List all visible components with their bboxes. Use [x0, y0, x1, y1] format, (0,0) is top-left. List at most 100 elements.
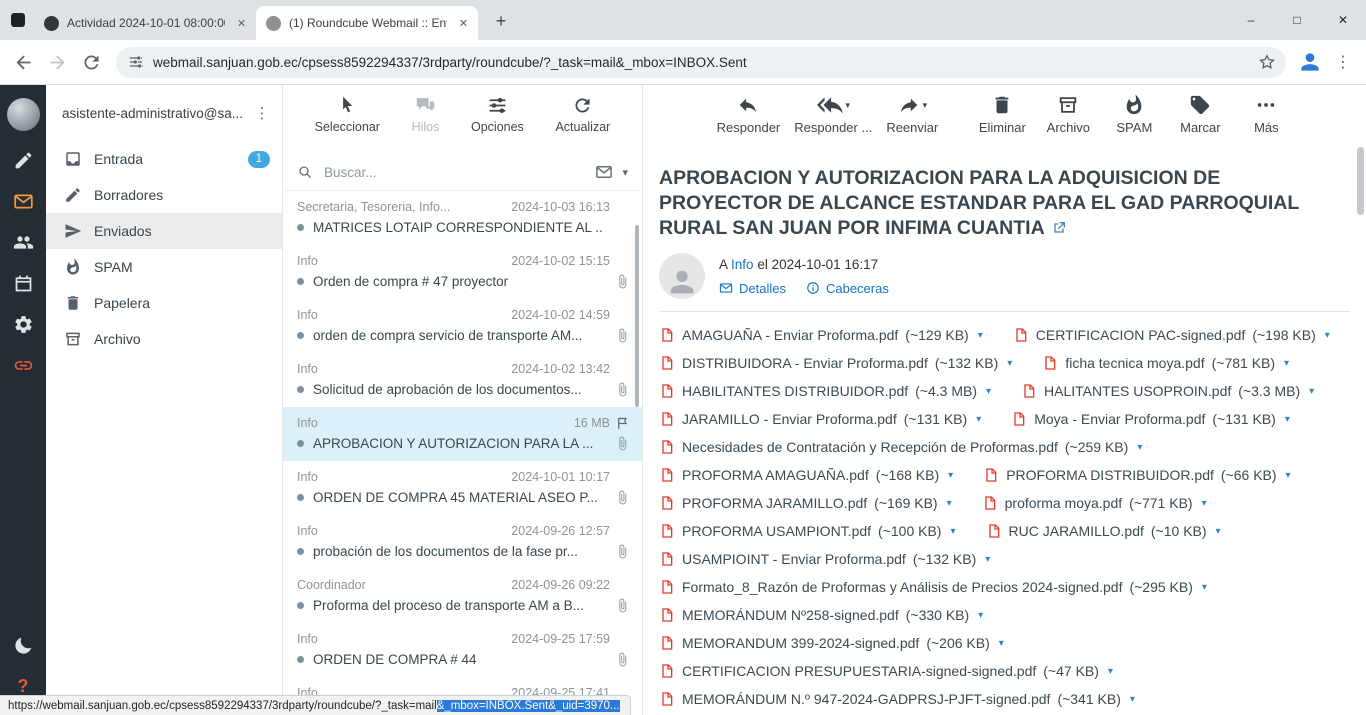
reply-all-caret-icon[interactable]: ▾ — [846, 100, 851, 111]
attachment-menu-caret-icon[interactable]: ▾ — [1285, 414, 1290, 425]
attachment-item[interactable]: RUC JARAMILLO.pdf(~10 KB)▾ — [986, 523, 1221, 539]
calendar-icon[interactable] — [0, 263, 46, 304]
tab-close-icon[interactable]: ✕ — [455, 15, 472, 32]
minimize-button[interactable]: – — [1228, 0, 1274, 40]
attachment-menu-caret-icon[interactable]: ▾ — [950, 526, 955, 537]
attachment-item[interactable]: CERTIFICACION PAC-signed.pdf(~198 KB)▾ — [1013, 327, 1330, 343]
attachment-menu-caret-icon[interactable]: ▾ — [1137, 442, 1142, 453]
browser-profile-icon[interactable] — [1294, 46, 1326, 78]
dark-mode-moon-icon[interactable] — [0, 625, 46, 666]
attachment-menu-caret-icon[interactable]: ▾ — [978, 610, 983, 621]
attachment-menu-caret-icon[interactable]: ▾ — [1130, 694, 1135, 705]
message-row[interactable]: Info2024-09-25 17:59 ORDEN DE COMPRA # 4… — [283, 623, 642, 677]
attachment-menu-caret-icon[interactable]: ▾ — [985, 554, 990, 565]
forward-button[interactable]: ▾ Reenviar — [886, 94, 938, 135]
attachment-menu-caret-icon[interactable]: ▾ — [1286, 470, 1291, 481]
contacts-icon[interactable] — [0, 222, 46, 263]
message-row[interactable]: Info2024-10-02 13:42 Solicitud de aproba… — [283, 353, 642, 407]
url-text[interactable]: webmail.sanjuan.gob.ec/cpsess8592294337/… — [153, 55, 1249, 70]
more-button[interactable]: Más — [1240, 94, 1292, 135]
options-button[interactable]: Opciones — [471, 94, 524, 134]
tab-actividad[interactable]: Actividad 2024-10-01 08:00:00 ✕ — [34, 6, 256, 40]
refresh-button[interactable]: Actualizar — [555, 94, 610, 134]
attachment-menu-caret-icon[interactable]: ▾ — [1284, 358, 1289, 369]
folder-item-enviados[interactable]: Enviados — [46, 213, 282, 249]
attachment-item[interactable]: CERTIFICACION PRESUPUESTARIA-signed-sign… — [659, 663, 1113, 679]
attachment-menu-caret-icon[interactable]: ▾ — [976, 414, 981, 425]
threads-button[interactable]: Hilos — [412, 94, 440, 134]
spam-button[interactable]: SPAM — [1108, 94, 1160, 135]
flag-icon[interactable] — [615, 416, 630, 431]
search-options-caret-icon[interactable]: ▾ — [622, 166, 628, 179]
attachment-item[interactable]: ficha tecnica moya.pdf(~781 KB)▾ — [1042, 355, 1289, 371]
mail-icon[interactable] — [0, 181, 46, 222]
message-row[interactable]: Info2024-09-26 12:57 probación de los do… — [283, 515, 642, 569]
attachment-item[interactable]: MEMORÁNDUM N.º 947-2024-GADPRSJ-PJFT-sig… — [659, 691, 1135, 707]
message-row[interactable]: Info2024-10-02 14:59 orden de compra ser… — [283, 299, 642, 353]
settings-gear-icon[interactable] — [0, 304, 46, 345]
maximize-button[interactable]: □ — [1274, 0, 1320, 40]
attachment-item[interactable]: DISTRIBUIDORA - Enviar Proforma.pdf(~132… — [659, 355, 1012, 371]
select-button[interactable]: Seleccionar — [315, 94, 380, 134]
reply-button[interactable]: Responder — [717, 94, 781, 135]
tab-roundcube[interactable]: (1) Roundcube Webmail :: Envia ✕ — [256, 6, 478, 40]
attachment-item[interactable]: PROFORMA DISTRIBUIDOR.pdf(~66 KB)▾ — [983, 467, 1290, 483]
site-info-icon[interactable] — [128, 54, 144, 70]
archive-button[interactable]: Archivo — [1042, 94, 1094, 135]
attachment-item[interactable]: HALITANTES USOPROIN.pdf(~3.3 MB)▾ — [1021, 383, 1314, 399]
attachment-item[interactable]: JARAMILLO - Enviar Proforma.pdf(~131 KB)… — [659, 411, 981, 427]
view-scrollbar[interactable] — [1357, 147, 1364, 215]
folder-item-entrada[interactable]: Entrada 1 — [46, 141, 282, 177]
folder-item-spam[interactable]: SPAM — [46, 249, 282, 285]
attachment-menu-caret-icon[interactable]: ▾ — [1202, 498, 1207, 509]
attachment-item[interactable]: Formato_8_Razón de Proformas y Análisis … — [659, 579, 1207, 595]
details-link[interactable]: Detalles — [719, 281, 786, 296]
attachment-item[interactable]: Moya - Enviar Proforma.pdf(~131 KB)▾ — [1011, 411, 1290, 427]
delete-button[interactable]: Eliminar — [976, 94, 1028, 135]
attachment-item[interactable]: MEMORÁNDUM Nº258-signed.pdf(~330 KB)▾ — [659, 607, 983, 623]
account-menu-icon[interactable]: ⋮ — [252, 104, 272, 122]
attachment-item[interactable]: MEMORANDUM 399-2024-signed.pdf(~206 KB)▾ — [659, 635, 1004, 651]
attachment-item[interactable]: Necesidades de Contratación y Recepción … — [659, 439, 1142, 455]
new-tab-button[interactable]: + — [486, 6, 516, 36]
headers-link[interactable]: Cabeceras — [806, 281, 889, 296]
link-icon[interactable] — [0, 345, 46, 386]
recipient-link[interactable]: Info — [731, 257, 754, 272]
message-row[interactable]: Secretaria, Tesoreria, Info...2024-10-03… — [283, 191, 642, 245]
attachment-menu-caret-icon[interactable]: ▾ — [986, 386, 991, 397]
attachment-menu-caret-icon[interactable]: ▾ — [978, 330, 983, 341]
tab-close-icon[interactable]: ✕ — [233, 15, 250, 32]
attachment-menu-caret-icon[interactable]: ▾ — [947, 498, 952, 509]
search-scope-mail-icon[interactable] — [595, 163, 613, 181]
reply-all-button[interactable]: ▾ Responder ... — [794, 94, 872, 135]
attachment-menu-caret-icon[interactable]: ▾ — [948, 470, 953, 481]
message-row[interactable]: Info2024-10-01 10:17 ORDEN DE COMPRA 45 … — [283, 461, 642, 515]
folder-item-archivo[interactable]: Archivo — [46, 321, 282, 357]
folder-item-papelera[interactable]: Papelera — [46, 285, 282, 321]
forward-button[interactable] — [40, 45, 74, 79]
address-bar[interactable]: webmail.sanjuan.gob.ec/cpsess8592294337/… — [116, 47, 1286, 78]
message-row[interactable]: Coordinador2024-09-26 09:22 Proforma del… — [283, 569, 642, 623]
message-row-selected[interactable]: Info16 MB APROBACION Y AUTORIZACION PARA… — [283, 407, 642, 461]
message-row[interactable]: Info2024-10-02 15:15 Orden de compra # 4… — [283, 245, 642, 299]
attachment-menu-caret-icon[interactable]: ▾ — [1216, 526, 1221, 537]
reload-button[interactable] — [74, 45, 108, 79]
attachment-item[interactable]: PROFORMA USAMPIONT.pdf(~100 KB)▾ — [659, 523, 956, 539]
back-button[interactable] — [6, 45, 40, 79]
attachment-item[interactable]: USAMPIOINT - Enviar Proforma.pdf(~132 KB… — [659, 551, 990, 567]
attachment-item[interactable]: HABILITANTES DISTRIBUIDOR.pdf(~4.3 MB)▾ — [659, 383, 991, 399]
attachment-menu-caret-icon[interactable]: ▾ — [1325, 330, 1330, 341]
bookmark-star-icon[interactable] — [1258, 53, 1276, 71]
attachment-menu-caret-icon[interactable]: ▾ — [1202, 582, 1207, 593]
forward-caret-icon[interactable]: ▾ — [923, 100, 928, 111]
attachment-menu-caret-icon[interactable]: ▾ — [1007, 358, 1012, 369]
attachment-item[interactable]: PROFORMA AMAGUAÑA.pdf(~168 KB)▾ — [659, 467, 953, 483]
attachment-menu-caret-icon[interactable]: ▾ — [1108, 666, 1113, 677]
close-window-button[interactable]: ✕ — [1320, 0, 1366, 40]
attachment-item[interactable]: AMAGUAÑA - Enviar Proforma.pdf(~129 KB)▾ — [659, 327, 983, 343]
mark-button[interactable]: Marcar — [1174, 94, 1226, 135]
list-scrollbar[interactable] — [635, 225, 639, 407]
browser-menu-icon[interactable]: ⋮ — [1326, 45, 1360, 79]
attachment-item[interactable]: PROFORMA JARAMILLO.pdf(~169 KB)▾ — [659, 495, 952, 511]
attachment-menu-caret-icon[interactable]: ▾ — [999, 638, 1004, 649]
